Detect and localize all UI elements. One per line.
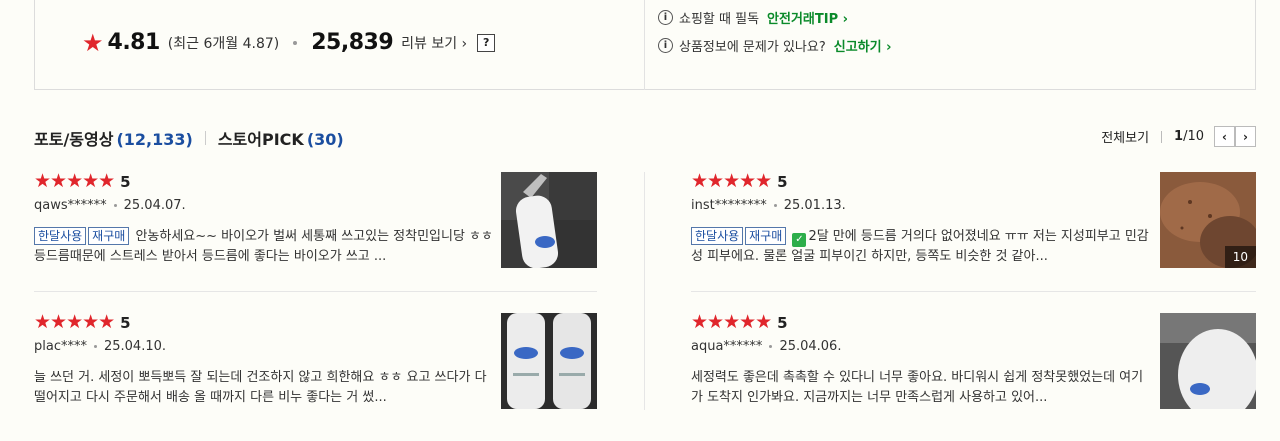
tag-month-use: 한달사용 — [34, 227, 87, 245]
review-item[interactable]: ★★★★★ 5 inst******** 25.01.13. 한달사용 재구매 ✓… — [691, 172, 1151, 267]
review-item[interactable]: ★★★★★ 5 qaws****** 25.04.07. 한달사용 재구매 안농하… — [34, 172, 494, 267]
review-item[interactable]: ★★★★★ 5 aqua****** 25.04.06. 세정력도 좋은데 촉촉… — [691, 313, 1151, 408]
recent-rating: (최근 6개월 4.87) — [167, 35, 280, 52]
notice-text: 쇼핑할 때 필독 — [679, 12, 760, 27]
review-score: 5 — [777, 313, 788, 332]
report-link[interactable]: 신고하기 › — [834, 36, 892, 55]
info-icon: i — [658, 38, 673, 53]
review-item[interactable]: ★★★★★ 5 plac**** 25.04.10. 늘 쓰던 거. 세정이 뽀… — [34, 313, 494, 408]
review-stars: ★★★★★ 5 — [34, 313, 494, 332]
view-all-link[interactable]: 전체보기 — [1101, 127, 1149, 146]
pager-separator — [1161, 130, 1163, 143]
tab-label: 포토/동영상 — [34, 130, 114, 149]
review-score: 5 — [120, 313, 131, 332]
review-text: 세정력도 좋은데 촉촉할 수 있다니 너무 좋아요. 바디워시 쉽게 정착못했었… — [691, 368, 1151, 408]
review-meta: inst******** 25.01.13. — [691, 198, 1151, 213]
notice-report: i 상품정보에 문제가 있나요? 신고하기 › — [658, 36, 891, 55]
total-pages: /10 — [1183, 129, 1204, 144]
column-divider — [644, 172, 645, 410]
review-score: 5 — [120, 172, 131, 191]
review-text: 한달사용 재구매 ✓ 2달 만에 등드름 거의다 없어졌네요 ㅠㅠ 저는 지성피부고… — [691, 227, 1151, 267]
dot-separator — [769, 345, 773, 348]
row-divider — [34, 291, 597, 292]
row-divider — [691, 291, 1256, 292]
review-text: 한달사용 재구매 안농하세요~~ 바이오가 벌써 세통째 쓰고있는 정착민입니당 … — [34, 227, 494, 267]
tag-month-use: 한달사용 — [691, 227, 744, 245]
reviewer-id: aqua****** — [691, 339, 763, 354]
tag-repurchase: 재구매 — [745, 227, 787, 245]
tab-store-pick[interactable]: 스토어PICK (30) — [218, 126, 344, 150]
review-tabs: 포토/동영상 (12,133) 스토어PICK (30) — [34, 126, 344, 150]
next-page-button[interactable]: › — [1235, 126, 1256, 147]
notice-safe-trade: i 쇼핑할 때 필독 안전거래TIP › — [658, 8, 848, 27]
review-date: 25.01.13. — [783, 198, 846, 213]
bottle-closeup-image — [1160, 313, 1256, 409]
info-icon: i — [658, 10, 673, 25]
tab-label: 스토어PICK — [217, 130, 304, 149]
current-page: 1 — [1174, 129, 1184, 144]
average-rating: 4.81 — [107, 30, 161, 55]
dot-separator — [113, 204, 117, 207]
dot-separator — [293, 40, 298, 45]
check-icon: ✓ — [792, 233, 807, 247]
help-button[interactable]: ? — [477, 33, 496, 52]
review-stars: ★★★★★ 5 — [34, 172, 494, 191]
rating-summary: ★ 4.81 (최근 6개월 4.87) 25,839 리뷰 보기 › ? — [82, 28, 496, 57]
review-body: 세정력도 좋은데 촉촉할 수 있다니 너무 좋아요. 바디워시 쉽게 정착못했었… — [691, 370, 1144, 405]
tab-photo-video[interactable]: 포토/동영상 (12,133) — [34, 126, 193, 150]
star-icon: ★★★★★ — [34, 170, 115, 192]
review-photo[interactable]: 10 — [1160, 172, 1256, 268]
review-meta: plac**** 25.04.10. — [34, 339, 494, 354]
review-score: 5 — [777, 172, 788, 191]
bottles-photo-image — [501, 313, 597, 409]
bottle-photo-image — [501, 172, 597, 268]
tag-repurchase: 재구매 — [88, 227, 130, 245]
prev-page-button[interactable]: ‹ — [1214, 126, 1235, 147]
tab-count: (12,133) — [116, 130, 193, 149]
review-date: 25.04.06. — [779, 339, 842, 354]
safe-trade-tip-link[interactable]: 안전거래TIP › — [767, 8, 848, 27]
tab-separator — [204, 131, 206, 145]
reviewer-id: qaws****** — [34, 198, 107, 213]
review-photo[interactable] — [1160, 313, 1256, 409]
review-meta: qaws****** 25.04.07. — [34, 198, 494, 213]
star-icon: ★★★★★ — [691, 170, 772, 192]
review-stars: ★★★★★ 5 — [691, 313, 1151, 332]
review-date: 25.04.10. — [103, 339, 167, 354]
review-text: 늘 쓰던 거. 세정이 뽀득뽀득 잘 되는데 건조하지 않고 희한해요 ㅎㅎ 요… — [34, 368, 494, 408]
review-body: 늘 쓰던 거. 세정이 뽀득뽀득 잘 되는데 건조하지 않고 희한해요 ㅎㅎ 요… — [34, 370, 487, 405]
review-meta: aqua****** 25.04.06. — [691, 339, 1151, 354]
dot-separator — [93, 345, 97, 348]
review-stars: ★★★★★ 5 — [691, 172, 1151, 191]
summary-divider — [644, 0, 645, 90]
tab-count: (30) — [306, 130, 344, 149]
reviewer-id: plac**** — [34, 339, 87, 354]
review-count: 25,839 — [311, 30, 394, 55]
dot-separator — [773, 204, 777, 207]
star-icon: ★ — [82, 28, 104, 57]
reviewer-id: inst******** — [691, 198, 767, 213]
review-photo[interactable] — [501, 313, 597, 409]
review-date: 25.04.07. — [123, 198, 186, 213]
star-icon: ★★★★★ — [691, 311, 772, 333]
review-photo[interactable] — [501, 172, 597, 268]
notice-text: 상품정보에 문제가 있나요? — [679, 40, 826, 55]
rating-summary-box: ★ 4.81 (최근 6개월 4.87) 25,839 리뷰 보기 › ? — [34, 0, 1256, 90]
star-icon: ★★★★★ — [34, 311, 115, 333]
pagination: 전체보기 1 /10 ‹ › — [1101, 126, 1256, 147]
view-reviews-link[interactable]: 리뷰 보기 › — [401, 33, 467, 53]
photo-count-badge: 10 — [1224, 246, 1256, 268]
